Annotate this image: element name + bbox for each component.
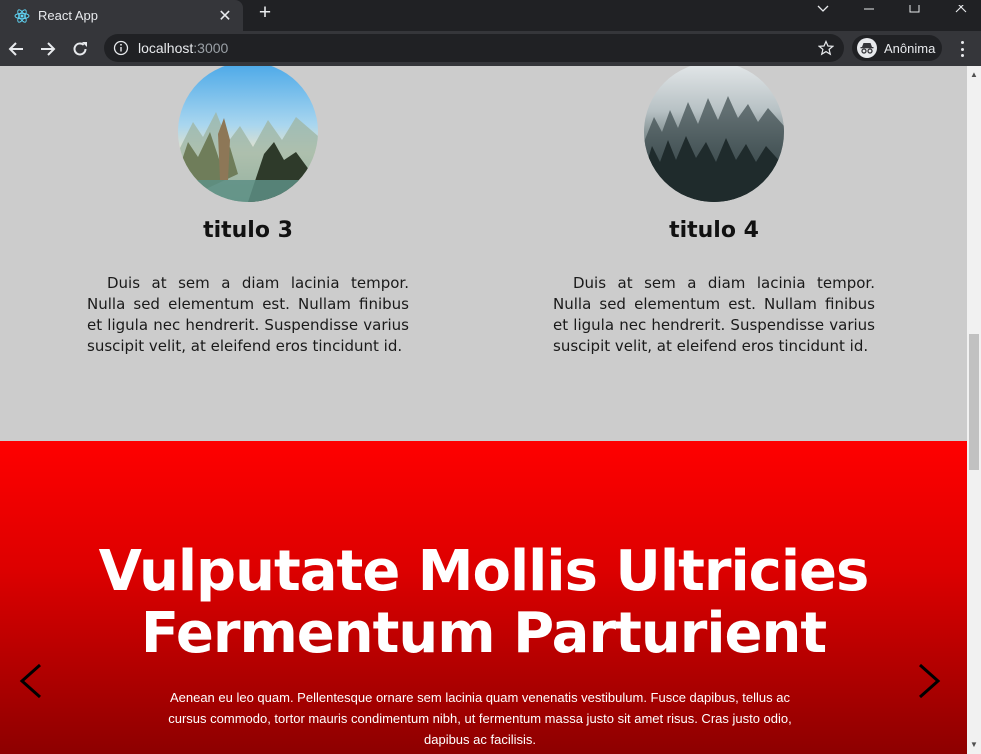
close-window-icon[interactable] — [954, 0, 968, 13]
close-tab-icon[interactable]: ✕ — [215, 6, 235, 26]
react-logo-icon — [14, 8, 30, 24]
scroll-up-icon[interactable]: ▲ — [967, 68, 981, 82]
bookmark-star-icon[interactable] — [816, 38, 836, 58]
carousel-title-line-2: Fermentum Parturient — [140, 601, 827, 666]
chevron-left-icon[interactable] — [16, 663, 46, 699]
new-tab-button[interactable]: + — [254, 2, 276, 25]
carousel-title-line-1: Vulputate Mollis Ultricies — [98, 539, 870, 604]
page-viewport: titulo 3 Duis at sem a diam lacinia temp… — [0, 66, 981, 754]
incognito-profile-button[interactable]: Anônima — [852, 35, 942, 61]
reload-icon[interactable] — [68, 37, 92, 61]
minimize-icon[interactable] — [862, 0, 876, 10]
back-icon[interactable] — [4, 37, 28, 61]
foggy-forest-image — [644, 66, 784, 202]
url-host: localhost — [138, 40, 194, 56]
carousel-banner: Vulputate Mollis Ultricies Fermentum Par… — [0, 441, 967, 754]
card-text: Duis at sem a diam lacinia tempor. Nulla… — [87, 274, 409, 355]
mountain-lake-image — [178, 66, 318, 202]
browser-toolbar: localhost:3000 Anônima — [0, 31, 981, 66]
tab-title: React App — [38, 8, 98, 23]
chevron-right-icon[interactable] — [914, 663, 944, 699]
tab-search-icon[interactable] — [816, 0, 830, 12]
url-text: localhost:3000 — [138, 40, 816, 56]
card-title: titulo 4 — [669, 218, 759, 243]
forward-icon[interactable] — [36, 37, 60, 61]
address-bar[interactable]: localhost:3000 — [104, 34, 844, 62]
carousel-caption: Aenean eu leo quam. Pellentesque ornare … — [168, 690, 792, 747]
site-info-icon[interactable] — [113, 40, 129, 56]
maximize-icon[interactable] — [908, 0, 922, 13]
tab-strip: React App ✕ + — [0, 0, 981, 31]
card-text: Duis at sem a diam lacinia tempor. Nulla… — [553, 274, 875, 355]
profile-name: Anônima — [884, 40, 936, 56]
scroll-thumb[interactable] — [969, 334, 979, 470]
browser-menu-icon[interactable] — [950, 39, 974, 59]
scroll-down-icon[interactable]: ▼ — [967, 738, 981, 752]
url-port: :3000 — [193, 40, 229, 56]
page-scrollbar[interactable]: ▲ ▼ — [967, 66, 981, 754]
browser-tab[interactable]: React App ✕ — [0, 0, 243, 31]
incognito-icon — [857, 38, 877, 58]
card-title: titulo 3 — [203, 218, 293, 243]
carousel-title: Vulputate Mollis Ultricies Fermentum Par… — [0, 541, 967, 665]
